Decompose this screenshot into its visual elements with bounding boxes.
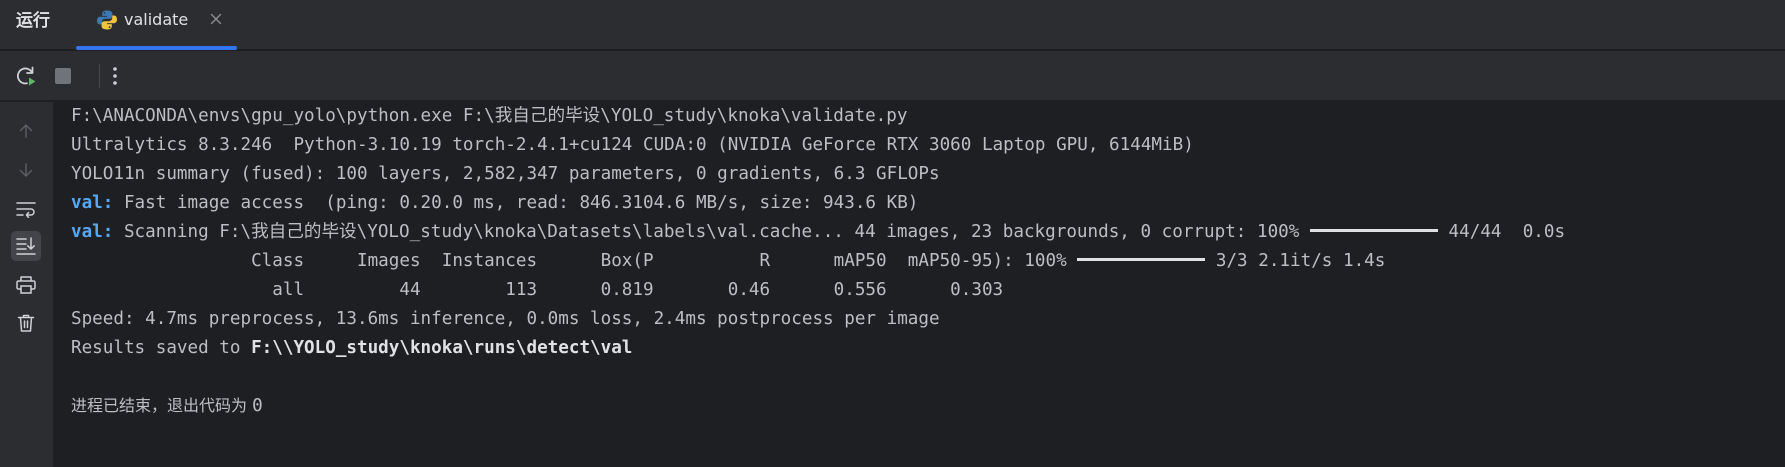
console-line-metrics-all: all 44 113 0.819 0.46 0.556 0.303: [71, 280, 1004, 300]
console-line-metrics-header: Class Images Instances Box(P R mAP50 mAP…: [71, 248, 1385, 274]
validation-progress-bar: [1077, 258, 1206, 261]
console-line-ultralytics: Ultralytics 8.3.246 Python-3.10.19 torch…: [71, 135, 1194, 155]
results-text: Results saved to: [71, 338, 252, 358]
arrow-up-icon[interactable]: [11, 116, 41, 146]
console-line-exit: 进程已结束，退出代码为 0: [71, 393, 263, 419]
console-line-results: Results saved to F:\\YOLO_study\knoka\ru…: [71, 335, 632, 361]
panel-title[interactable]: 运行: [16, 10, 50, 32]
tool-window-header: 运行 validate: [0, 0, 1785, 50]
console-line-val-access: val: Fast image access (ping: 0.20.0 ms,…: [71, 190, 918, 216]
trash-icon[interactable]: [11, 308, 41, 338]
print-icon[interactable]: [11, 270, 41, 300]
toolbar-separator: [99, 64, 100, 88]
console-line-command: F:\ANACONDA\envs\gpu_yolo\python.exe F:\…: [71, 106, 908, 126]
close-icon[interactable]: [208, 11, 224, 27]
more-options-icon[interactable]: [102, 63, 128, 89]
rerun-icon[interactable]: [13, 63, 39, 89]
exit-code: 0: [252, 396, 263, 416]
val-scanning-text: Scanning F:\我自己的毕设\YOLO_study\knoka\Data…: [113, 222, 1310, 242]
exit-text: 进程已结束，退出代码为: [71, 396, 253, 415]
console-side-toolbar: [0, 102, 54, 467]
active-tab-indicator: [76, 46, 237, 50]
val-access-text: Fast image access (ping: 0.20.0 ms, read…: [113, 193, 919, 213]
stop-icon[interactable]: [50, 63, 76, 89]
results-path-link[interactable]: F:\\YOLO_study\knoka\runs\detect\val: [251, 338, 632, 358]
validation-progress-suffix: 3/3 2.1it/s 1.4s: [1205, 251, 1386, 271]
tab-validate[interactable]: validate: [76, 0, 237, 50]
run-toolbar: [0, 51, 1785, 101]
console-output[interactable]: F:\ANACONDA\envs\gpu_yolo\python.exe F:\…: [54, 102, 1785, 467]
tab-label: validate: [124, 10, 189, 29]
soft-wrap-icon[interactable]: [11, 194, 41, 224]
scan-progress-suffix: 44/44 0.0s: [1437, 222, 1566, 242]
console-line-summary: YOLO11n summary (fused): 100 layers, 2,5…: [71, 164, 940, 184]
python-icon: [96, 9, 118, 31]
metrics-header-text: Class Images Instances Box(P R mAP50 mAP…: [71, 251, 1078, 271]
scan-progress-bar: [1309, 229, 1438, 232]
val-prefix: val:: [71, 193, 114, 213]
arrow-down-icon[interactable]: [11, 155, 41, 185]
console-line-val-scanning: val: Scanning F:\我自己的毕设\YOLO_study\knoka…: [71, 219, 1565, 245]
val-prefix: val:: [71, 222, 114, 242]
console-line-speed: Speed: 4.7ms preprocess, 13.6ms inferenc…: [71, 309, 940, 329]
scroll-to-end-icon[interactable]: [11, 231, 41, 261]
